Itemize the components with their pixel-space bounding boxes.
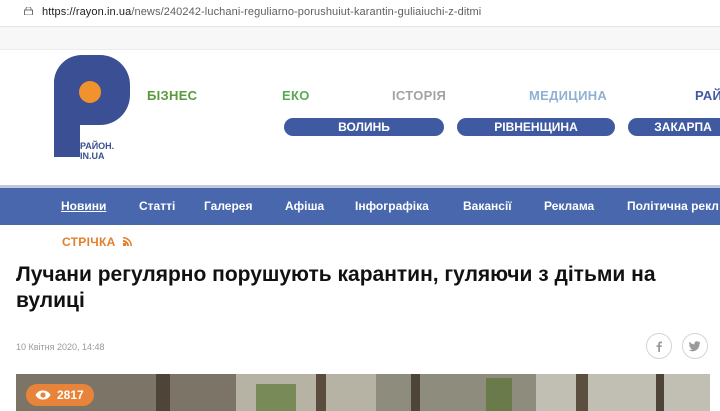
logo-line-1: РАЙОН. (80, 141, 115, 151)
facebook-icon (656, 341, 662, 352)
logo-text: РАЙОН. IN.UA (80, 141, 114, 161)
browser-address-bar[interactable]: https://rayon.in.ua/news/240242-luchani-… (0, 0, 720, 27)
article-date: 10 Квітня 2020, 14:48 (16, 342, 105, 352)
views-count: 2817 (57, 388, 84, 402)
logo-line-2: IN.UA (80, 151, 105, 161)
category-rai[interactable]: РАЙ (695, 88, 720, 103)
category-medicine[interactable]: МЕДИЦИНА (529, 88, 607, 103)
nav-news[interactable]: Новини (61, 199, 106, 213)
category-eco[interactable]: ЕКО (282, 88, 310, 103)
nav-vacancies[interactable]: Вакансії (463, 199, 512, 213)
region-rivnenshchyna[interactable]: РІВНЕНЩИНА (457, 118, 615, 136)
nav-afisha[interactable]: Афіша (285, 199, 324, 213)
facebook-share-button[interactable] (646, 333, 672, 359)
eye-icon (35, 390, 51, 400)
region-zakarpattia[interactable]: ЗАКАРПА (628, 118, 720, 136)
nav-gallery[interactable]: Галерея (204, 199, 252, 213)
twitter-icon (689, 341, 701, 352)
twitter-share-button[interactable] (682, 333, 708, 359)
category-history[interactable]: ІСТОРІЯ (392, 88, 446, 103)
url-text[interactable]: https://rayon.in.ua/news/240242-luchani-… (42, 6, 481, 18)
top-strip (0, 27, 720, 50)
category-business[interactable]: БІЗНЕС (147, 88, 197, 103)
views-counter: 2817 (26, 384, 94, 406)
article-photo (16, 374, 710, 411)
lock-icon (24, 7, 33, 15)
nav-infographics[interactable]: Інфографіка (355, 199, 429, 213)
stream-link[interactable]: СТРІЧКА (62, 235, 116, 249)
nav-political-ads[interactable]: Політична рекл (627, 199, 719, 213)
url-host: https://rayon.in.ua (42, 6, 132, 18)
main-navigation: Новини Статті Галерея Афіша Інфографіка … (0, 188, 720, 225)
article-title: Лучани регулярно порушують карантин, гул… (16, 263, 656, 312)
region-volyn[interactable]: ВОЛИНЬ (284, 118, 444, 136)
url-path: /news/240242-luchani-reguliarno-porushui… (131, 6, 482, 18)
rss-icon (123, 237, 132, 246)
nav-articles[interactable]: Статті (139, 199, 175, 213)
nav-advertising[interactable]: Реклама (544, 199, 594, 213)
